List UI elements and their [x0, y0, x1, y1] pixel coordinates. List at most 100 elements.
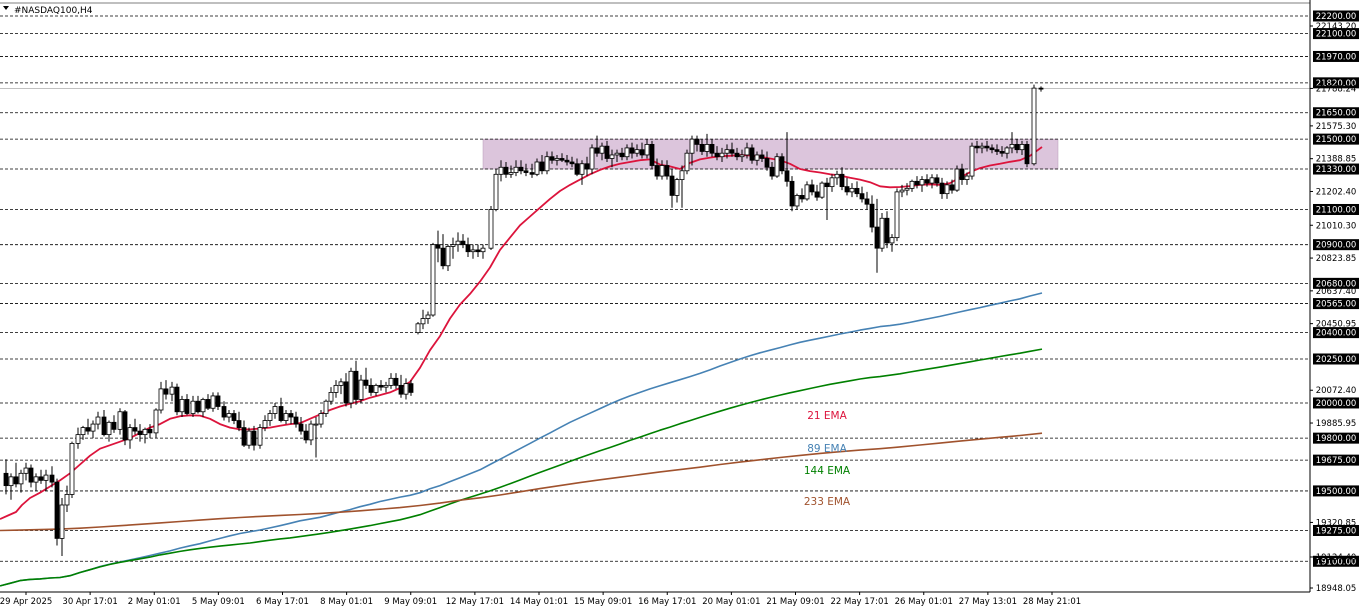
time-tick-label: 26 May 01:01 — [895, 597, 953, 607]
candle-body — [549, 156, 555, 161]
level-price-label: 20400.00 — [1316, 329, 1357, 339]
candle-body — [174, 386, 180, 413]
candle-body — [450, 244, 456, 247]
candle-body — [599, 145, 605, 154]
candle-body — [629, 147, 635, 154]
candle-body — [534, 161, 540, 175]
candle-body — [964, 175, 970, 180]
level-price-label: 21650.00 — [1316, 109, 1357, 119]
candle-body — [272, 406, 278, 414]
candle-body — [498, 166, 504, 175]
candle-body — [184, 399, 190, 414]
candle-body — [559, 158, 565, 161]
candle-body — [604, 145, 610, 159]
candle-body — [744, 147, 750, 156]
candle-body — [106, 421, 112, 436]
candle-body — [989, 147, 995, 151]
candle-body — [415, 323, 421, 334]
candle-body — [914, 180, 920, 186]
candle-body — [368, 384, 374, 393]
candle-body — [210, 395, 216, 409]
candle-body — [799, 195, 805, 200]
candle-body — [814, 191, 820, 198]
candle-body — [195, 400, 201, 413]
candle-body — [969, 145, 975, 177]
candle-body — [529, 172, 535, 175]
level-price-label: 21330.00 — [1316, 165, 1357, 175]
candle-body — [158, 388, 164, 411]
time-tick-label: 2 May 01:01 — [128, 597, 181, 607]
candle-body — [38, 476, 44, 481]
candle-body — [974, 145, 980, 149]
candle-body — [694, 138, 700, 145]
candle-body — [205, 399, 211, 409]
price-tick-label: 22143.20 — [1316, 22, 1357, 32]
candle-body — [465, 244, 471, 253]
level-price-label: 22200.00 — [1316, 12, 1357, 22]
candle-body — [251, 430, 257, 446]
price-tick-label: 21575.30 — [1316, 122, 1357, 132]
price-tick-label: 20637.40 — [1316, 287, 1357, 297]
candle-body — [373, 384, 379, 393]
candle-body — [854, 187, 860, 195]
candle-body — [503, 166, 509, 175]
candle-body — [929, 177, 935, 184]
candle-body — [764, 158, 770, 168]
candle-body — [393, 377, 399, 386]
candle-body — [455, 240, 461, 246]
time-tick-label: 29 Apr 2025 — [0, 597, 52, 607]
candle-body — [874, 226, 880, 249]
price-tick-label: 21388.85 — [1316, 155, 1357, 165]
level-price-label: 19500.00 — [1316, 487, 1357, 497]
candle-body — [3, 472, 9, 487]
legend-label: 144 EMA — [804, 465, 851, 477]
candle-body — [749, 147, 755, 161]
candle-body — [101, 416, 107, 436]
candle-body — [884, 217, 890, 244]
candle-body — [829, 177, 835, 188]
price-tick-label: 20823.85 — [1316, 254, 1357, 264]
price-tick-label: 21202.40 — [1316, 187, 1357, 197]
level-price-label: 21970.00 — [1316, 52, 1357, 62]
candle-body — [1024, 144, 1030, 165]
chart: 22200.00 22100.00 21970.00 21820.00 21650.00… — [0, 0, 1362, 611]
candle-body — [1004, 147, 1010, 154]
candle-body — [539, 161, 545, 172]
candle-body — [669, 175, 675, 196]
candle-body — [430, 244, 436, 316]
candle-body — [43, 474, 49, 481]
candle-body — [338, 381, 344, 386]
candle-body — [729, 149, 735, 154]
candle-body — [163, 388, 169, 395]
candle-body — [117, 411, 123, 430]
candle-body — [834, 173, 840, 179]
candle-body — [85, 427, 91, 432]
candle-body — [383, 384, 389, 388]
candle-body — [440, 247, 446, 267]
candle-body — [283, 413, 289, 421]
candle-body — [493, 173, 499, 210]
candle-body — [639, 149, 645, 156]
candle-body — [435, 244, 441, 249]
time-tick-label: 22 May 17:01 — [830, 597, 888, 607]
candle-body — [241, 427, 247, 446]
candle-body — [513, 166, 519, 173]
candle-body — [684, 152, 690, 172]
candle-body — [924, 179, 930, 184]
candle-body — [298, 423, 304, 432]
candle-body — [69, 443, 75, 495]
candle-body — [378, 384, 384, 388]
candle-body — [137, 430, 143, 436]
price-tick-label: 19885.95 — [1316, 419, 1357, 429]
candle-body — [231, 413, 237, 421]
time-tick-label: 16 May 17:01 — [638, 597, 696, 607]
candle-body — [49, 474, 55, 483]
candle-body — [353, 370, 359, 400]
candle-body — [619, 152, 625, 158]
candle-body — [267, 413, 273, 421]
candle-body — [508, 172, 514, 175]
candle-body — [75, 434, 81, 444]
candle-body — [844, 186, 850, 193]
candle-body — [769, 166, 775, 177]
candle-body — [654, 165, 660, 177]
